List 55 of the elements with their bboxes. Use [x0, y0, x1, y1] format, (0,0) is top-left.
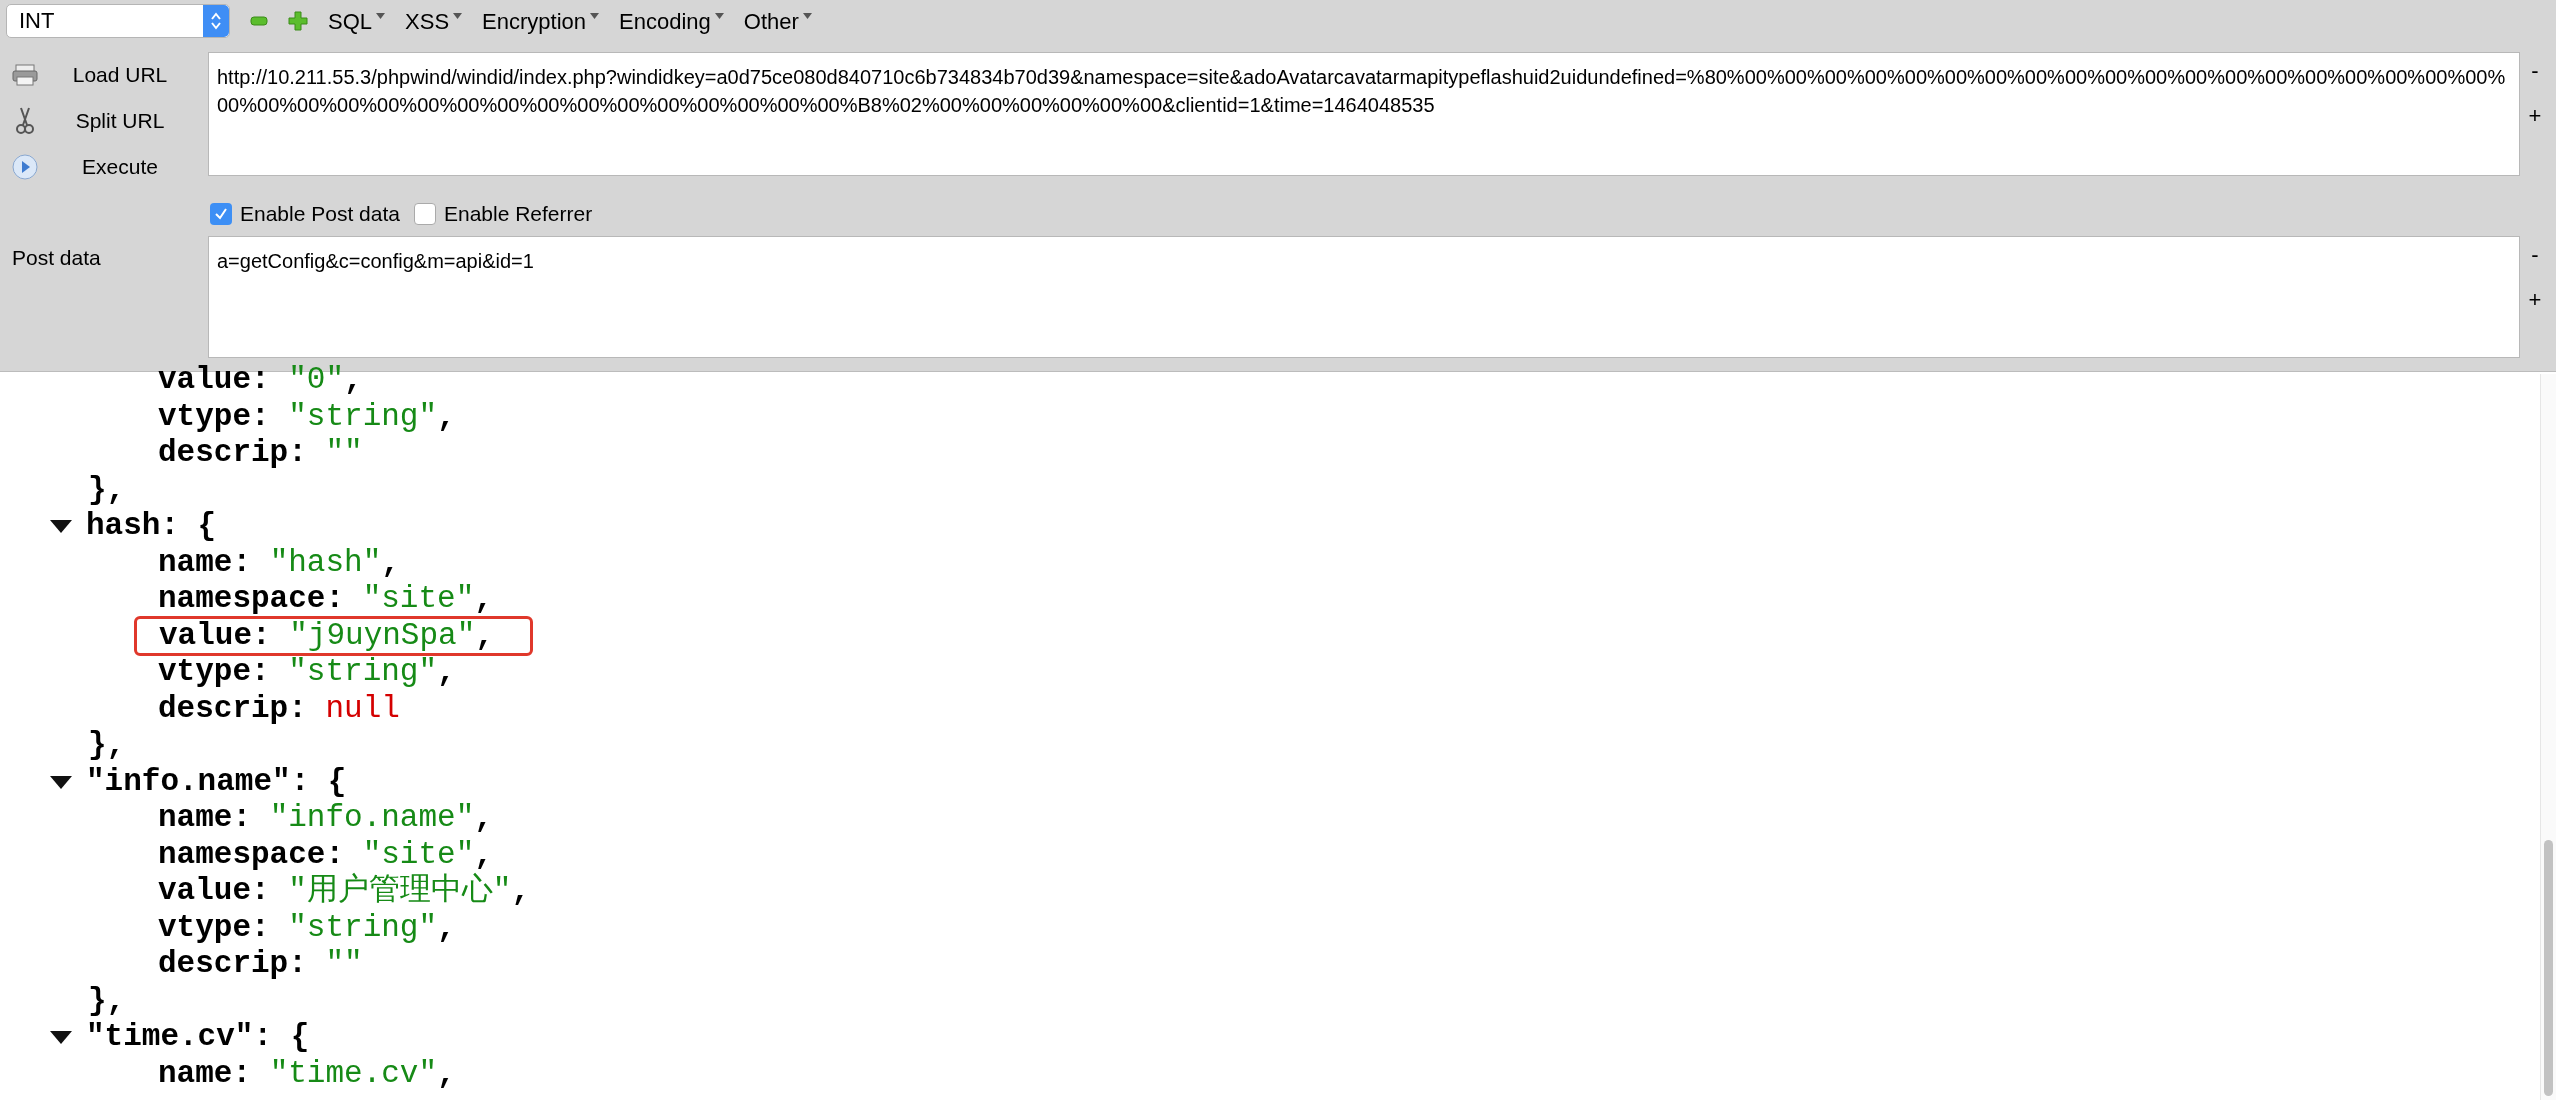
object-key: "time.cv": {: [86, 1019, 310, 1056]
action-button[interactable]: Execute: [60, 151, 180, 183]
checkmark-icon: [214, 207, 228, 221]
json-line: vtype: "string",: [158, 398, 456, 435]
shrink-button[interactable]: -: [2531, 238, 2539, 271]
json-line: namespace: "site",: [158, 836, 493, 873]
plus-icon[interactable]: [288, 11, 308, 31]
action-button[interactable]: Split URL: [60, 105, 180, 137]
json-line: name: "time.cv",: [158, 1055, 456, 1092]
json-line: name: "hash",: [158, 544, 400, 581]
caret-icon: [802, 13, 812, 19]
checkbox-label: Enable Referrer: [443, 201, 593, 228]
caret-icon: [453, 13, 463, 19]
minus-icon[interactable]: [250, 16, 268, 26]
json-line: value: "0",: [158, 362, 363, 399]
json-line: vtype: "string",: [158, 909, 456, 946]
grow-button[interactable]: +: [2528, 99, 2542, 132]
closing-brace: },: [88, 471, 126, 507]
caret-icon: [590, 13, 599, 19]
post-data-field[interactable]: a=getConfig&c=config&m=api&id=1: [208, 236, 2520, 358]
action-button[interactable]: Load URL: [60, 59, 180, 91]
toggle-icon[interactable]: [50, 518, 72, 535]
checkbox[interactable]: [413, 203, 436, 225]
closing-brace: },: [88, 982, 126, 1018]
json-line: name: "info.name",: [158, 800, 493, 837]
menu-button[interactable]: XSS: [405, 4, 450, 38]
json-line: value: "用户管理中心",: [158, 873, 531, 910]
menu-button[interactable]: SQL: [328, 4, 373, 38]
scrollbar[interactable]: [2540, 374, 2556, 1100]
caret-icon: [376, 13, 386, 19]
type-select[interactable]: INT: [6, 4, 230, 38]
menu-button[interactable]: Encryption: [482, 4, 586, 38]
object-key: "info.name": {: [86, 763, 347, 800]
shrink-button[interactable]: -: [2531, 54, 2539, 87]
post-data-label: Post data: [12, 246, 101, 269]
menu-button[interactable]: Encoding: [619, 4, 711, 38]
toggle-icon[interactable]: [50, 1029, 72, 1046]
play-icon: [12, 154, 38, 180]
menu-button[interactable]: Other: [743, 4, 799, 38]
closing-brace: },: [88, 727, 126, 762]
checkbox[interactable]: [210, 203, 232, 225]
json-line: descrip: "": [158, 435, 363, 472]
json-line: descrip: "": [158, 946, 363, 983]
stepper-icon: [203, 5, 229, 37]
object-key: hash: {: [86, 508, 217, 545]
caret-icon: [714, 13, 724, 19]
checkbox-label: Enable Post data: [240, 201, 400, 228]
scissors-icon: [16, 107, 34, 135]
grow-button[interactable]: +: [2528, 283, 2542, 316]
toggle-icon[interactable]: [50, 773, 72, 790]
json-line: namespace: "site",: [158, 581, 493, 618]
json-line: vtype: "string",: [158, 654, 456, 691]
json-line: descrip: null: [158, 690, 400, 727]
printer-icon: [12, 64, 38, 86]
url-field[interactable]: http://10.211.55.3/phpwind/windid/index.php?windidkey=a0d75ce080d840710c6b734834b70d39&namespace=site&adoAvatarcavatarmapitypeflashuid2uidundefined=%80%00%00%00%00%00%00%00%00%00%00%00%00%00%00%00%00%00%00%00%00%00%00%00%00%00%00%00%00%00%00%00%00%00%00%00%B8%02%00%00%00%00%00%00&clientid=1&time=1464048535: [208, 52, 2520, 176]
